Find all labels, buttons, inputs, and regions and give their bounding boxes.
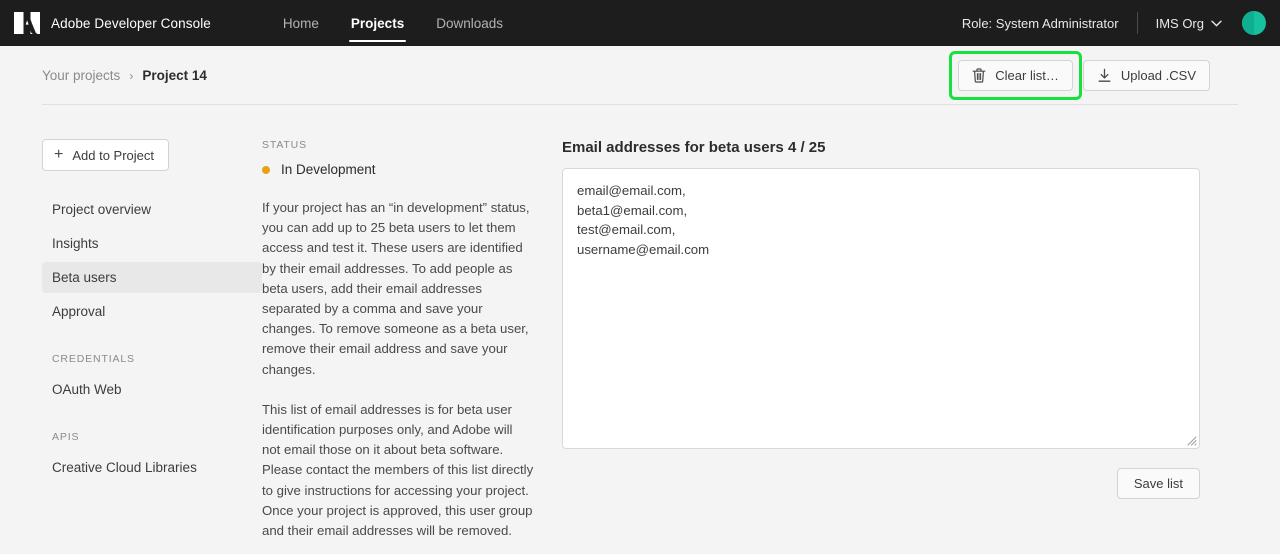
status-paragraph-2: This list of email addresses is for beta… [262, 401, 534, 539]
adobe-logo-icon [14, 11, 40, 35]
status-caption: STATUS [262, 139, 307, 151]
status-column: STATUS In Development If your project ha… [262, 139, 562, 554]
sidebar-item-beta-users[interactable]: Beta users [42, 262, 262, 293]
sidebar-item-oauth-web[interactable]: OAuth Web [42, 374, 262, 405]
main-content: + Add to Project Project overview Insigh… [0, 105, 1280, 554]
nav-right-group: Role: System Administrator IMS Org [962, 0, 1280, 46]
nav-tab-projects[interactable]: Projects [335, 0, 420, 46]
breadcrumb-current: Project 14 [142, 68, 207, 83]
clear-list-focus-ring: Clear list… [949, 51, 1082, 100]
nav-divider [1136, 12, 1138, 34]
ims-org-selector[interactable]: IMS Org [1156, 16, 1222, 31]
upload-icon [1098, 68, 1111, 82]
nav-tab-home[interactable]: Home [267, 0, 335, 46]
sidebar-nav-list: Project overview Insights Beta users App… [42, 194, 262, 327]
save-list-button[interactable]: Save list [1116, 468, 1200, 499]
role-label: Role: System Administrator [961, 15, 1119, 31]
breadcrumb-parent[interactable]: Your projects [42, 68, 120, 83]
breadcrumb-separator-icon: › [129, 68, 134, 83]
sidebar-item-project-overview[interactable]: Project overview [42, 194, 262, 225]
sidebar-item-approval[interactable]: Approval [42, 296, 262, 327]
project-sidebar: + Add to Project Project overview Insigh… [0, 139, 262, 554]
page-subheader: Your projects › Project 14 Clear list… U… [0, 46, 1280, 105]
email-textarea-wrapper [562, 168, 1200, 449]
email-column: Email addresses for beta users 4 / 25 Sa… [562, 139, 1280, 554]
brand-name: Adobe Developer Console [51, 15, 211, 31]
chevron-down-icon [1211, 20, 1222, 27]
status-dot-icon [262, 165, 270, 174]
subheader-actions: Clear list… Upload .CSV [949, 51, 1210, 100]
sidebar-item-creative-cloud-libraries[interactable]: Creative Cloud Libraries [42, 452, 262, 483]
nav-tabs: Home Projects Downloads [267, 0, 519, 46]
status-paragraph-1: If your project has an “in development” … [262, 200, 530, 377]
save-bar: Save list [562, 468, 1200, 499]
add-to-project-label: Add to Project [72, 147, 154, 163]
sidebar-item-insights[interactable]: Insights [42, 228, 262, 259]
upload-csv-button[interactable]: Upload .CSV [1082, 60, 1210, 91]
clear-list-button[interactable]: Clear list… [958, 60, 1073, 91]
email-section-title: Email addresses for beta users 4 / 25 [562, 139, 826, 156]
sidebar-section-credentials: CREDENTIALS [52, 353, 135, 365]
upload-csv-label: Upload .CSV [1120, 68, 1196, 83]
trash-icon [972, 68, 986, 83]
sidebar-section-apis: APIS [52, 431, 80, 443]
add-to-project-button[interactable]: + Add to Project [42, 139, 169, 171]
status-badge: In Development [262, 162, 534, 177]
email-addresses-input[interactable] [562, 168, 1200, 449]
status-value: In Development [281, 162, 376, 177]
top-navigation-bar: Adobe Developer Console Home Projects Do… [0, 0, 1280, 46]
nav-tab-downloads[interactable]: Downloads [420, 0, 519, 46]
plus-icon: + [54, 146, 64, 163]
ims-org-label: IMS Org [1155, 15, 1204, 31]
subheader-divider [42, 104, 1238, 105]
breadcrumb: Your projects › Project 14 [42, 68, 207, 83]
user-avatar[interactable] [1242, 11, 1266, 35]
clear-list-label: Clear list… [995, 68, 1059, 83]
brand[interactable]: Adobe Developer Console [0, 11, 211, 35]
